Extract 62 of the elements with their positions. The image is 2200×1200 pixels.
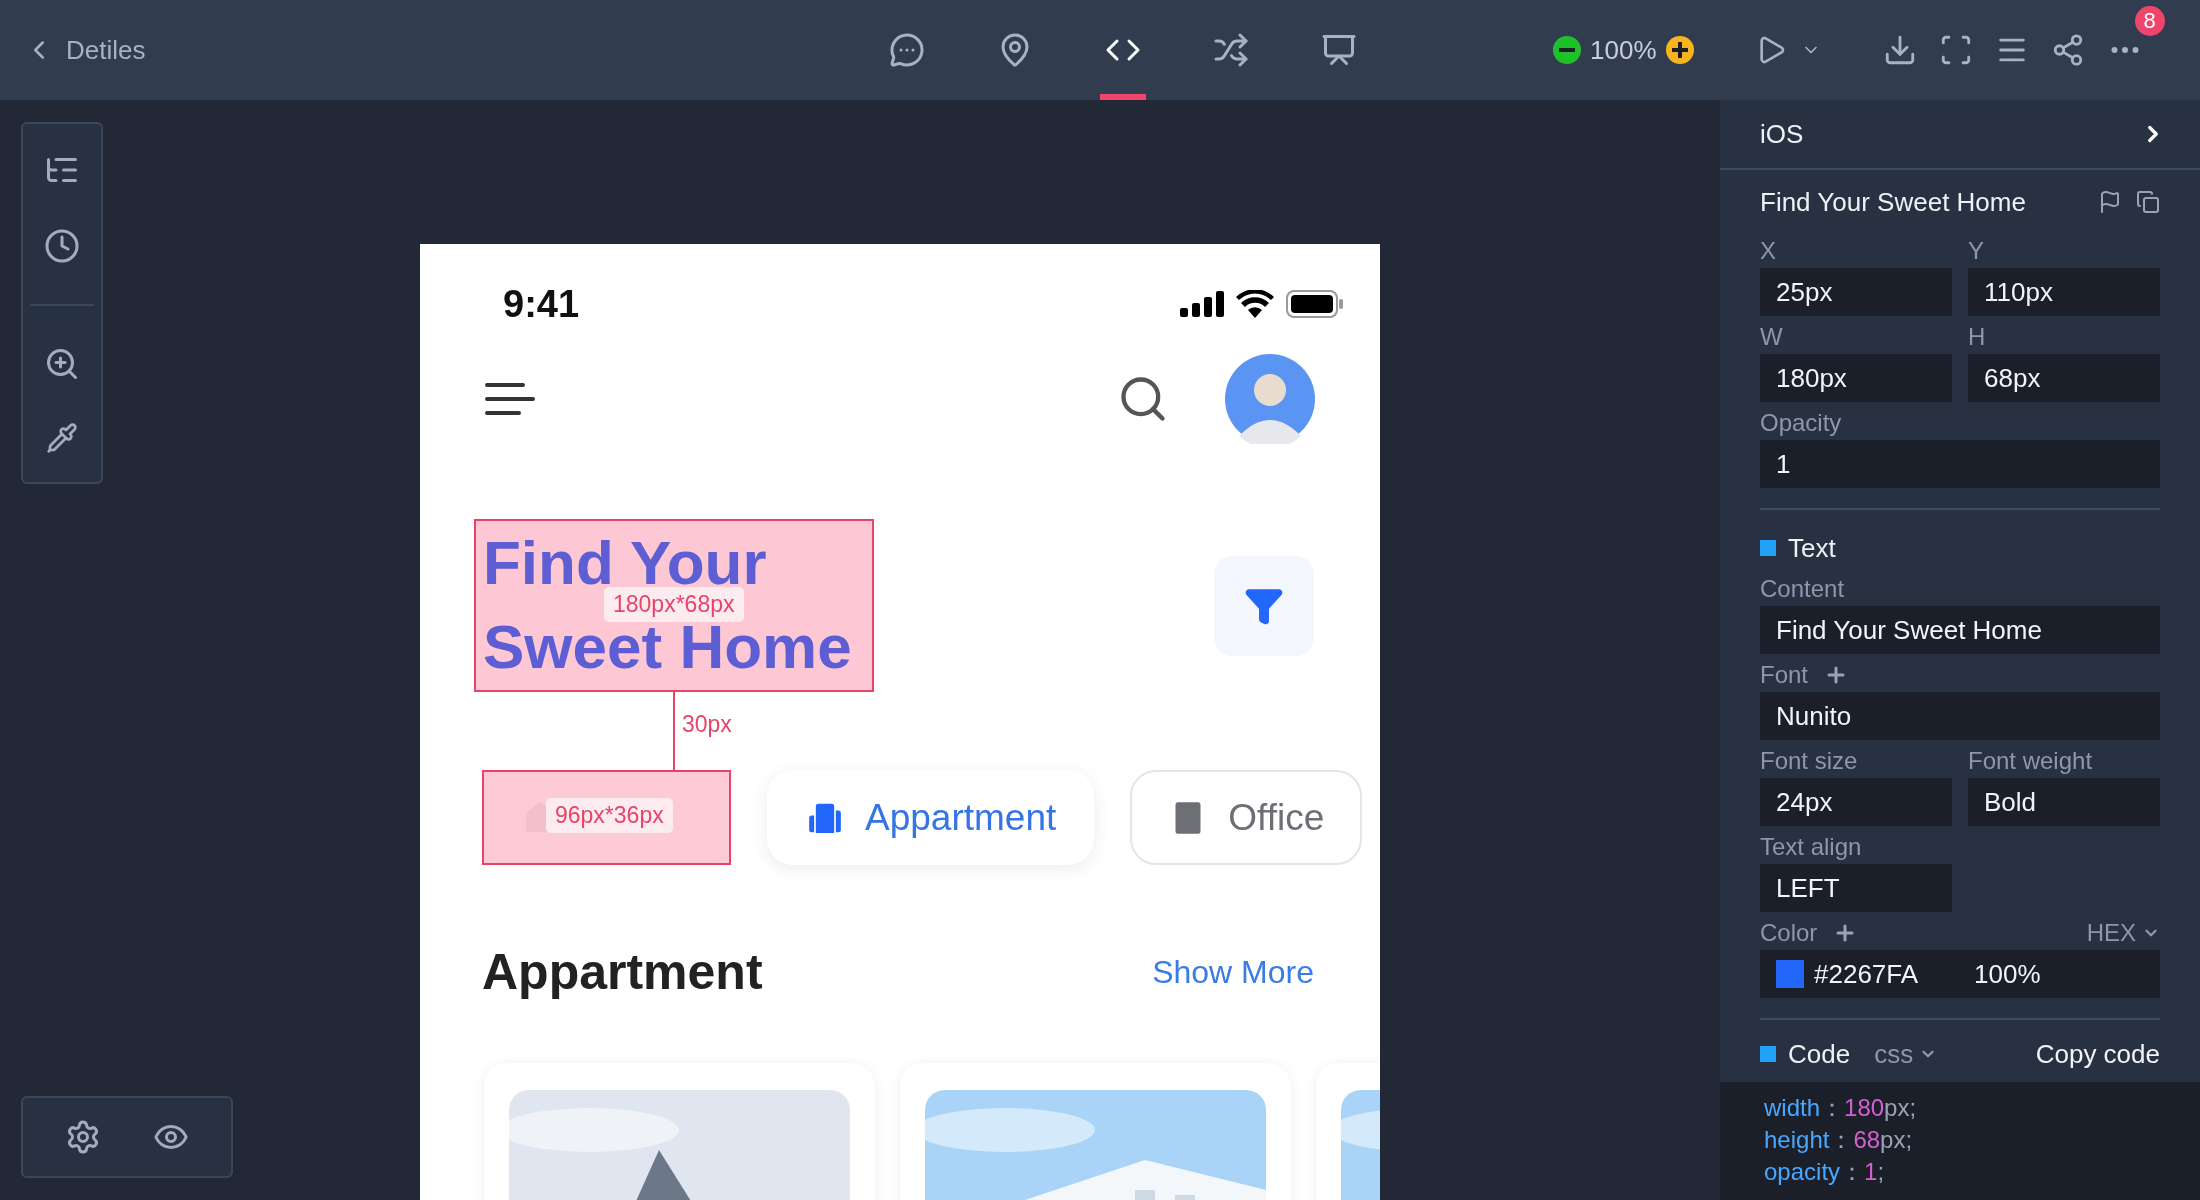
field-label: Opacity bbox=[1760, 409, 1842, 437]
flow-icon[interactable] bbox=[1213, 32, 1249, 68]
status-time: 9:41 bbox=[503, 282, 580, 326]
platform-label: iOS bbox=[1760, 118, 1804, 150]
field-label: W bbox=[1760, 323, 1783, 351]
field-label: Color bbox=[1760, 919, 1818, 947]
field-label: Y bbox=[1968, 237, 1984, 265]
section-title: Text bbox=[1788, 532, 1836, 564]
zoom-level: 100% bbox=[1590, 34, 1657, 66]
code-line: height：68px; bbox=[1764, 1125, 1914, 1155]
field-label: Content bbox=[1760, 575, 1845, 603]
layer-name: Find Your Sweet Home bbox=[1760, 186, 2026, 218]
input-field[interactable]: 180px bbox=[1760, 354, 1952, 402]
signal-icon bbox=[1180, 291, 1224, 317]
field-label: Text align bbox=[1760, 833, 1862, 861]
size-tag: 96px*36px bbox=[546, 798, 673, 833]
category-chip[interactable]: Office bbox=[1130, 770, 1363, 865]
menu-icon[interactable] bbox=[485, 381, 535, 417]
field-label: Font weight bbox=[1968, 747, 2093, 775]
comment-icon[interactable] bbox=[889, 32, 925, 68]
field-label: X bbox=[1760, 237, 1776, 265]
history-icon[interactable] bbox=[44, 228, 80, 264]
present-icon[interactable] bbox=[1321, 32, 1357, 68]
settings-icon[interactable] bbox=[65, 1119, 101, 1155]
input-field[interactable]: Nunito bbox=[1760, 692, 2160, 740]
spacing-tag: 30px bbox=[682, 711, 732, 738]
category-chip[interactable]: Appartment bbox=[767, 770, 1095, 865]
field-label: Font size bbox=[1760, 747, 1858, 775]
zoom-out-icon[interactable] bbox=[1552, 35, 1582, 65]
battery-icon bbox=[1286, 290, 1344, 318]
pipette-icon[interactable] bbox=[46, 422, 78, 454]
color-field[interactable]: #2267FA 100% bbox=[1760, 950, 2160, 998]
copy-code-button[interactable]: Copy code bbox=[2035, 1038, 2160, 1070]
flag-icon[interactable] bbox=[2098, 190, 2122, 214]
input-field[interactable]: 110px bbox=[1968, 268, 2160, 316]
notification-badge: 8 bbox=[2134, 6, 2165, 36]
input-field[interactable]: 1 bbox=[1760, 440, 2160, 488]
section-marker bbox=[1760, 540, 1776, 556]
input-field[interactable]: Find Your Sweet Home bbox=[1760, 606, 2160, 654]
avatar[interactable] bbox=[1225, 354, 1315, 444]
input-field[interactable]: 68px bbox=[1968, 354, 2160, 402]
field-label: H bbox=[1968, 323, 1986, 351]
code-line: opacity：1; bbox=[1764, 1157, 1886, 1187]
show-more-link[interactable]: Show More bbox=[1152, 953, 1314, 991]
zoom-icon[interactable] bbox=[44, 346, 80, 382]
wifi-icon bbox=[1236, 290, 1274, 318]
color-swatch[interactable] bbox=[1776, 960, 1804, 988]
zoom-in-icon[interactable] bbox=[1664, 35, 1695, 65]
section-title: Code bbox=[1788, 1038, 1851, 1070]
language-dropdown[interactable]: css bbox=[1874, 1038, 1938, 1070]
filter-button[interactable] bbox=[1214, 555, 1314, 656]
input-field[interactable]: Bold bbox=[1968, 778, 2160, 826]
back-link[interactable]: Detiles bbox=[66, 34, 146, 66]
input-field[interactable]: 25px bbox=[1760, 268, 1952, 316]
input-field[interactable]: LEFT bbox=[1760, 864, 1952, 912]
color-format-dropdown[interactable]: HEX bbox=[2086, 919, 2160, 947]
section-title: Appartment bbox=[482, 943, 763, 1001]
copy-icon[interactable] bbox=[2136, 190, 2160, 214]
field-label: Font bbox=[1760, 661, 1809, 689]
section-marker bbox=[1760, 1046, 1776, 1062]
code-line: width：180px; bbox=[1764, 1093, 1918, 1123]
input-field[interactable]: 24px bbox=[1760, 778, 1952, 826]
